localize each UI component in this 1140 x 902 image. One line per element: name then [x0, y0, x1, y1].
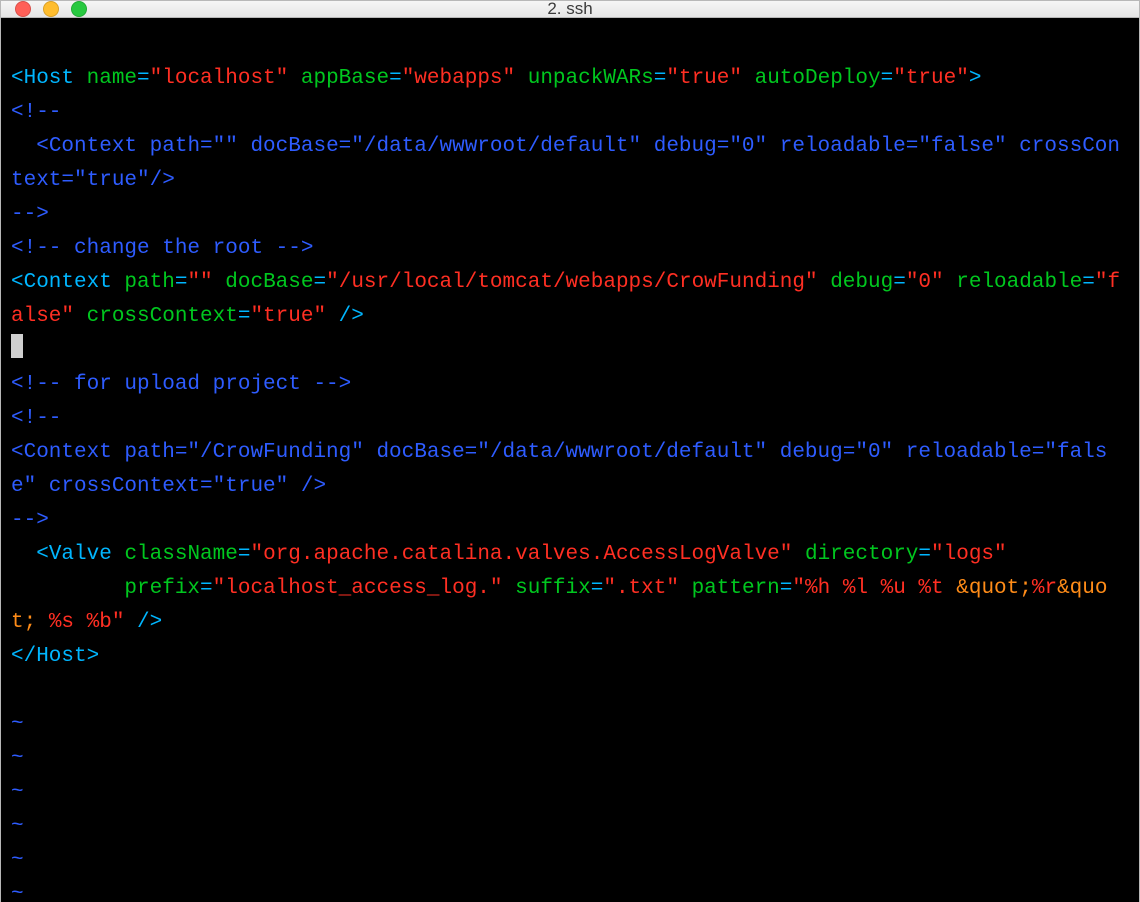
code-line-13: prefix="localhost_access_log." suffix=".…: [11, 577, 1108, 634]
terminal-viewport[interactable]: <Host name="localhost" appBase="webapps"…: [1, 18, 1139, 902]
code-line-14: </Host>: [11, 645, 99, 668]
code-line-6: <Context path="" docBase="/usr/local/tom…: [11, 271, 1120, 328]
vim-tilde: ~: [11, 815, 24, 838]
code-line-5: <!-- change the root -->: [11, 237, 313, 260]
code-line-12: <Valve className="org.apache.catalina.va…: [11, 543, 1007, 566]
vim-tilde: ~: [11, 883, 24, 902]
vim-tilde: ~: [11, 747, 24, 770]
vim-tilde: ~: [11, 781, 24, 804]
code-line-4: -->: [11, 203, 49, 226]
window-title: 2. ssh: [1, 0, 1139, 19]
code-line-3: <Context path="" docBase="/data/wwwroot/…: [11, 135, 1120, 192]
text-cursor: [11, 334, 23, 358]
titlebar[interactable]: 2. ssh: [1, 1, 1139, 18]
code-line-1: <Host name="localhost" appBase="webapps"…: [11, 67, 981, 90]
code-line-8: <!-- for upload project -->: [11, 373, 351, 396]
code-line-11: -->: [11, 509, 49, 532]
code-line-9: <!--: [11, 407, 61, 430]
code-line-2: <!--: [11, 101, 61, 124]
code-line-10: <Context path="/CrowFunding" docBase="/d…: [11, 441, 1107, 498]
vim-tilde: ~: [11, 849, 24, 872]
vim-tilde: ~: [11, 713, 24, 736]
terminal-window: 2. ssh <Host name="localhost" appBase="w…: [0, 0, 1140, 902]
